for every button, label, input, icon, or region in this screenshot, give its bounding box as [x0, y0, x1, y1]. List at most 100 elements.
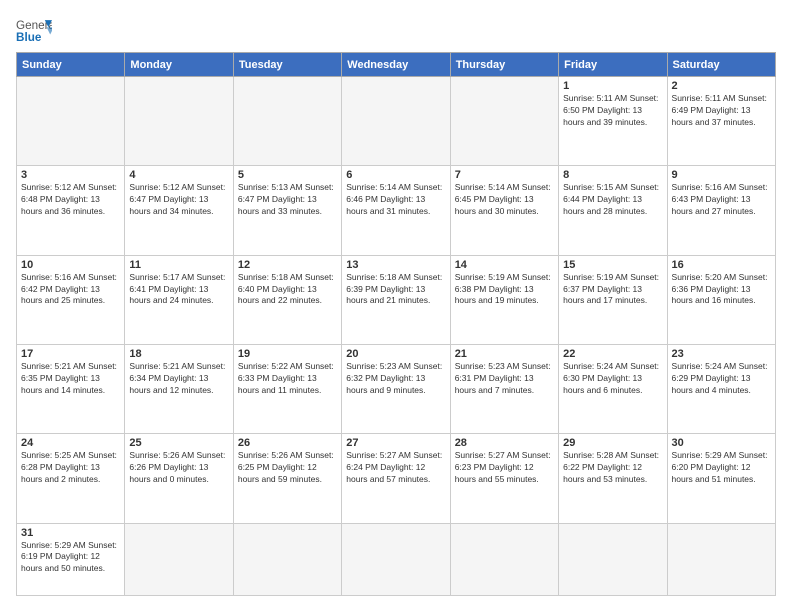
calendar-cell: 12Sunrise: 5:18 AM Sunset: 6:40 PM Dayli… — [233, 255, 341, 344]
calendar-cell: 5Sunrise: 5:13 AM Sunset: 6:47 PM Daylig… — [233, 166, 341, 255]
calendar-cell — [233, 77, 341, 166]
calendar-cell: 21Sunrise: 5:23 AM Sunset: 6:31 PM Dayli… — [450, 344, 558, 433]
calendar-cell — [125, 77, 233, 166]
day-info: Sunrise: 5:27 AM Sunset: 6:23 PM Dayligh… — [455, 450, 554, 486]
day-info: Sunrise: 5:17 AM Sunset: 6:41 PM Dayligh… — [129, 272, 228, 308]
calendar-cell: 13Sunrise: 5:18 AM Sunset: 6:39 PM Dayli… — [342, 255, 450, 344]
date-number: 15 — [563, 259, 662, 271]
date-number: 29 — [563, 437, 662, 449]
calendar-cell: 4Sunrise: 5:12 AM Sunset: 6:47 PM Daylig… — [125, 166, 233, 255]
calendar-table: SundayMondayTuesdayWednesdayThursdayFrid… — [16, 52, 776, 596]
date-number: 9 — [672, 169, 771, 181]
calendar-cell: 31Sunrise: 5:29 AM Sunset: 6:19 PM Dayli… — [17, 523, 125, 595]
calendar-cell: 22Sunrise: 5:24 AM Sunset: 6:30 PM Dayli… — [559, 344, 667, 433]
day-info: Sunrise: 5:12 AM Sunset: 6:48 PM Dayligh… — [21, 182, 120, 218]
calendar-cell — [233, 523, 341, 595]
calendar-cell: 27Sunrise: 5:27 AM Sunset: 6:24 PM Dayli… — [342, 434, 450, 523]
day-info: Sunrise: 5:14 AM Sunset: 6:45 PM Dayligh… — [455, 182, 554, 218]
date-number: 2 — [672, 80, 771, 92]
calendar-cell: 18Sunrise: 5:21 AM Sunset: 6:34 PM Dayli… — [125, 344, 233, 433]
date-number: 31 — [21, 527, 120, 539]
weekday-header-saturday: Saturday — [667, 53, 775, 77]
calendar-cell: 25Sunrise: 5:26 AM Sunset: 6:26 PM Dayli… — [125, 434, 233, 523]
calendar-cell: 14Sunrise: 5:19 AM Sunset: 6:38 PM Dayli… — [450, 255, 558, 344]
day-info: Sunrise: 5:29 AM Sunset: 6:20 PM Dayligh… — [672, 450, 771, 486]
date-number: 14 — [455, 259, 554, 271]
calendar-cell — [450, 77, 558, 166]
day-info: Sunrise: 5:29 AM Sunset: 6:19 PM Dayligh… — [21, 540, 120, 576]
day-info: Sunrise: 5:22 AM Sunset: 6:33 PM Dayligh… — [238, 361, 337, 397]
calendar-cell: 8Sunrise: 5:15 AM Sunset: 6:44 PM Daylig… — [559, 166, 667, 255]
day-info: Sunrise: 5:18 AM Sunset: 6:40 PM Dayligh… — [238, 272, 337, 308]
day-info: Sunrise: 5:20 AM Sunset: 6:36 PM Dayligh… — [672, 272, 771, 308]
day-info: Sunrise: 5:13 AM Sunset: 6:47 PM Dayligh… — [238, 182, 337, 218]
weekday-header-thursday: Thursday — [450, 53, 558, 77]
day-info: Sunrise: 5:24 AM Sunset: 6:29 PM Dayligh… — [672, 361, 771, 397]
calendar-cell — [342, 77, 450, 166]
calendar-cell: 15Sunrise: 5:19 AM Sunset: 6:37 PM Dayli… — [559, 255, 667, 344]
date-number: 16 — [672, 259, 771, 271]
weekday-header-friday: Friday — [559, 53, 667, 77]
calendar-cell: 7Sunrise: 5:14 AM Sunset: 6:45 PM Daylig… — [450, 166, 558, 255]
calendar-cell — [450, 523, 558, 595]
day-info: Sunrise: 5:19 AM Sunset: 6:38 PM Dayligh… — [455, 272, 554, 308]
date-number: 5 — [238, 169, 337, 181]
calendar-cell — [17, 77, 125, 166]
date-number: 4 — [129, 169, 228, 181]
calendar-cell — [125, 523, 233, 595]
date-number: 8 — [563, 169, 662, 181]
calendar-cell: 29Sunrise: 5:28 AM Sunset: 6:22 PM Dayli… — [559, 434, 667, 523]
logo: General Blue — [16, 16, 52, 44]
day-info: Sunrise: 5:28 AM Sunset: 6:22 PM Dayligh… — [563, 450, 662, 486]
weekday-header-tuesday: Tuesday — [233, 53, 341, 77]
calendar-cell: 2Sunrise: 5:11 AM Sunset: 6:49 PM Daylig… — [667, 77, 775, 166]
day-info: Sunrise: 5:25 AM Sunset: 6:28 PM Dayligh… — [21, 450, 120, 486]
date-number: 27 — [346, 437, 445, 449]
date-number: 22 — [563, 348, 662, 360]
date-number: 7 — [455, 169, 554, 181]
date-number: 30 — [672, 437, 771, 449]
page: General Blue SundayMondayTuesdayWednesda… — [0, 0, 792, 612]
day-info: Sunrise: 5:16 AM Sunset: 6:42 PM Dayligh… — [21, 272, 120, 308]
date-number: 23 — [672, 348, 771, 360]
weekday-header-monday: Monday — [125, 53, 233, 77]
week-row-1: 1Sunrise: 5:11 AM Sunset: 6:50 PM Daylig… — [17, 77, 776, 166]
date-number: 20 — [346, 348, 445, 360]
week-row-4: 17Sunrise: 5:21 AM Sunset: 6:35 PM Dayli… — [17, 344, 776, 433]
generalblue-logo-icon: General Blue — [16, 16, 52, 44]
date-number: 10 — [21, 259, 120, 271]
date-number: 26 — [238, 437, 337, 449]
date-number: 13 — [346, 259, 445, 271]
day-info: Sunrise: 5:14 AM Sunset: 6:46 PM Dayligh… — [346, 182, 445, 218]
calendar-cell — [667, 523, 775, 595]
weekday-header-row: SundayMondayTuesdayWednesdayThursdayFrid… — [17, 53, 776, 77]
calendar-cell — [559, 523, 667, 595]
calendar-cell: 3Sunrise: 5:12 AM Sunset: 6:48 PM Daylig… — [17, 166, 125, 255]
weekday-header-sunday: Sunday — [17, 53, 125, 77]
day-info: Sunrise: 5:21 AM Sunset: 6:34 PM Dayligh… — [129, 361, 228, 397]
day-info: Sunrise: 5:18 AM Sunset: 6:39 PM Dayligh… — [346, 272, 445, 308]
calendar-cell: 16Sunrise: 5:20 AM Sunset: 6:36 PM Dayli… — [667, 255, 775, 344]
day-info: Sunrise: 5:11 AM Sunset: 6:50 PM Dayligh… — [563, 93, 662, 129]
day-info: Sunrise: 5:23 AM Sunset: 6:31 PM Dayligh… — [455, 361, 554, 397]
calendar-cell: 26Sunrise: 5:26 AM Sunset: 6:25 PM Dayli… — [233, 434, 341, 523]
calendar-cell — [342, 523, 450, 595]
day-info: Sunrise: 5:27 AM Sunset: 6:24 PM Dayligh… — [346, 450, 445, 486]
week-row-6: 31Sunrise: 5:29 AM Sunset: 6:19 PM Dayli… — [17, 523, 776, 595]
date-number: 28 — [455, 437, 554, 449]
calendar-cell: 28Sunrise: 5:27 AM Sunset: 6:23 PM Dayli… — [450, 434, 558, 523]
weekday-header-wednesday: Wednesday — [342, 53, 450, 77]
calendar-cell: 1Sunrise: 5:11 AM Sunset: 6:50 PM Daylig… — [559, 77, 667, 166]
day-info: Sunrise: 5:12 AM Sunset: 6:47 PM Dayligh… — [129, 182, 228, 218]
calendar-cell: 11Sunrise: 5:17 AM Sunset: 6:41 PM Dayli… — [125, 255, 233, 344]
day-info: Sunrise: 5:24 AM Sunset: 6:30 PM Dayligh… — [563, 361, 662, 397]
week-row-3: 10Sunrise: 5:16 AM Sunset: 6:42 PM Dayli… — [17, 255, 776, 344]
calendar-cell: 24Sunrise: 5:25 AM Sunset: 6:28 PM Dayli… — [17, 434, 125, 523]
day-info: Sunrise: 5:16 AM Sunset: 6:43 PM Dayligh… — [672, 182, 771, 218]
date-number: 24 — [21, 437, 120, 449]
calendar-cell: 9Sunrise: 5:16 AM Sunset: 6:43 PM Daylig… — [667, 166, 775, 255]
date-number: 21 — [455, 348, 554, 360]
calendar-cell: 10Sunrise: 5:16 AM Sunset: 6:42 PM Dayli… — [17, 255, 125, 344]
calendar-cell: 30Sunrise: 5:29 AM Sunset: 6:20 PM Dayli… — [667, 434, 775, 523]
date-number: 6 — [346, 169, 445, 181]
